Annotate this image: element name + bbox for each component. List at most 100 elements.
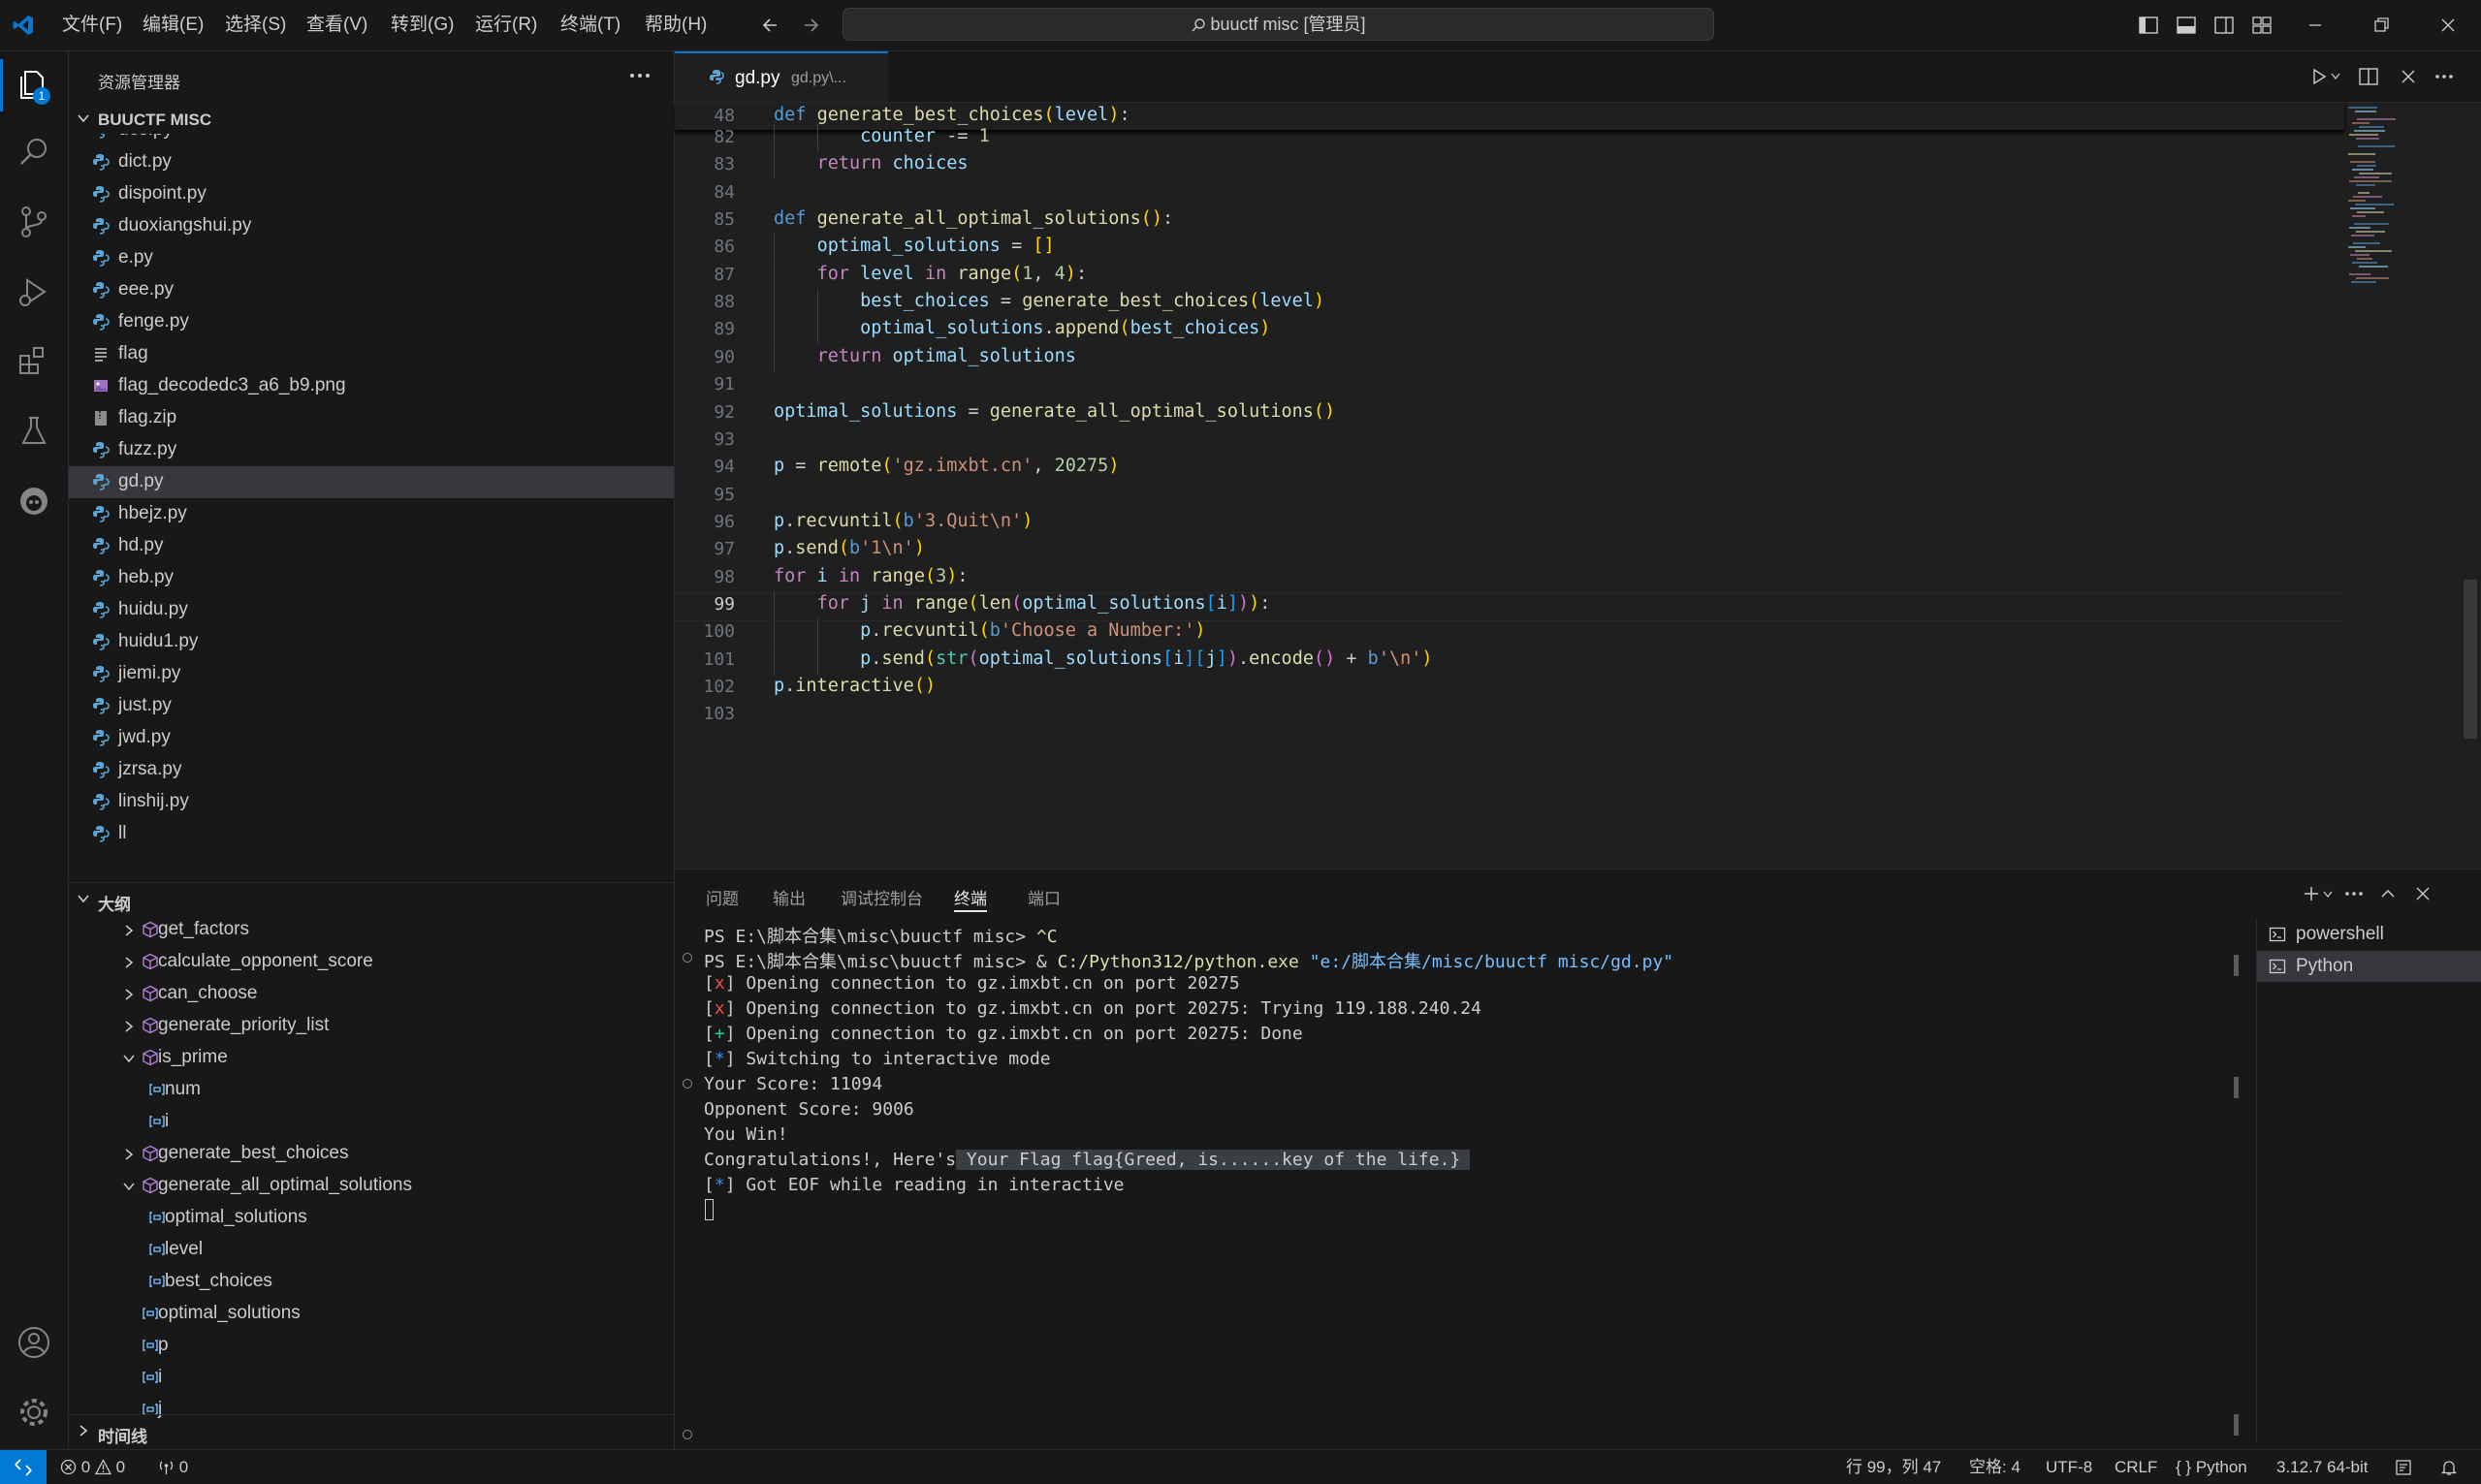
back-arrow-icon[interactable] bbox=[761, 16, 780, 35]
close-window-icon[interactable] bbox=[2438, 16, 2458, 35]
file-item[interactable]: eee.py bbox=[69, 274, 674, 306]
file-item[interactable]: huidu1.py bbox=[69, 626, 674, 658]
chevron-down-icon[interactable] bbox=[2323, 891, 2333, 899]
file-item[interactable]: dispoint.py bbox=[69, 178, 674, 210]
minimize-icon[interactable] bbox=[2306, 16, 2325, 35]
menu-item[interactable]: 转到(G) bbox=[391, 0, 454, 50]
outline-item[interactable]: p bbox=[69, 1330, 674, 1362]
menu-item[interactable]: 编辑(E) bbox=[143, 0, 204, 50]
file-item[interactable]: linshij.py bbox=[69, 786, 674, 818]
file-item[interactable]: flag bbox=[69, 338, 674, 370]
menu-item[interactable]: 查看(V) bbox=[306, 0, 367, 50]
toggle-panel-icon[interactable] bbox=[2176, 15, 2197, 36]
more-actions-icon[interactable] bbox=[629, 71, 651, 80]
remote-explorer-icon[interactable] bbox=[15, 482, 53, 521]
outline-item[interactable]: generate_all_optimal_solutions bbox=[69, 1170, 674, 1202]
file-item[interactable]: fuzz.py bbox=[69, 434, 674, 466]
outline-item[interactable]: can_choose bbox=[69, 978, 674, 1010]
chevron-right-icon[interactable] bbox=[122, 1146, 136, 1167]
file-item[interactable]: jiemi.py bbox=[69, 658, 674, 690]
problems-status[interactable]: 0 0 bbox=[60, 1450, 125, 1484]
file-item[interactable]: hd.py bbox=[69, 530, 674, 562]
file-item[interactable]: duoxiangshui.py bbox=[69, 210, 674, 242]
menu-item[interactable]: 运行(R) bbox=[475, 0, 537, 50]
python-interpreter[interactable]: 3.12.7 64-bit bbox=[2276, 1450, 2369, 1484]
file-item[interactable]: jzrsa.py bbox=[69, 754, 674, 786]
file-item[interactable]: ll bbox=[69, 818, 674, 850]
file-item[interactable]: huidu.py bbox=[69, 594, 674, 626]
code-lines[interactable]: 82 counter -= 1 83 return choices 84 85 def … bbox=[675, 124, 2344, 744]
outline-item[interactable]: generate_best_choices bbox=[69, 1138, 674, 1170]
tab-gd-py[interactable]: gd.py gd.py\... bbox=[675, 51, 888, 102]
new-terminal-icon[interactable] bbox=[2302, 884, 2321, 903]
file-item[interactable]: fenge.py bbox=[69, 306, 674, 338]
indentation[interactable]: 空格: 4 bbox=[1969, 1450, 2020, 1484]
menu-item[interactable]: 终端(T) bbox=[560, 0, 620, 50]
more-actions-icon[interactable] bbox=[2434, 73, 2454, 80]
toggle-primary-sidebar-icon[interactable] bbox=[2138, 15, 2159, 36]
outline-item[interactable]: num bbox=[69, 1074, 674, 1106]
outline-item[interactable]: is_prime bbox=[69, 1042, 674, 1074]
menu-item[interactable]: 选择(S) bbox=[225, 0, 286, 50]
folder-header[interactable]: BUUCTF MISC bbox=[69, 103, 674, 134]
minimap[interactable] bbox=[2344, 103, 2461, 297]
outline-item[interactable]: i bbox=[69, 1362, 674, 1394]
command-center-search[interactable]: buuctf misc [管理员] bbox=[843, 8, 1714, 41]
split-editor-icon[interactable] bbox=[2358, 66, 2379, 87]
maximize-panel-icon[interactable] bbox=[2379, 885, 2397, 902]
run-debug-icon[interactable] bbox=[15, 272, 53, 311]
menu-item[interactable]: 帮助(H) bbox=[645, 0, 707, 50]
file-item[interactable]: dict.py bbox=[69, 146, 674, 178]
editor-scrollbar-thumb[interactable] bbox=[2464, 580, 2477, 739]
feedback-icon[interactable] bbox=[2395, 1459, 2412, 1476]
restore-icon[interactable] bbox=[2371, 16, 2391, 35]
panel-tab[interactable]: 调试控制台 bbox=[841, 885, 923, 909]
panel-tab[interactable]: 输出 bbox=[773, 885, 806, 909]
chevron-down-icon[interactable] bbox=[122, 1178, 136, 1199]
extensions-icon[interactable] bbox=[15, 342, 53, 381]
terminal-session[interactable]: Python bbox=[2257, 951, 2481, 982]
menu-item[interactable]: 文件(F) bbox=[62, 0, 122, 50]
outline-item[interactable]: i bbox=[69, 1106, 674, 1138]
file-item[interactable]: des.py bbox=[69, 134, 674, 146]
panel-tab[interactable]: 端口 bbox=[1028, 885, 1061, 909]
file-item[interactable]: heb.py bbox=[69, 562, 674, 594]
outline-item[interactable]: calculate_opponent_score bbox=[69, 946, 674, 978]
search-view-icon[interactable] bbox=[15, 133, 53, 172]
chevron-right-icon[interactable] bbox=[122, 922, 136, 943]
chevron-right-icon[interactable] bbox=[122, 1018, 136, 1039]
source-control-icon[interactable] bbox=[15, 203, 53, 241]
cursor-position[interactable]: 行 99，列 47 bbox=[1846, 1450, 1941, 1484]
chevron-down-icon[interactable] bbox=[122, 1050, 136, 1071]
file-item[interactable]: e.py bbox=[69, 242, 674, 274]
panel-tab[interactable]: 终端 bbox=[954, 885, 987, 909]
toggle-secondary-sidebar-icon[interactable] bbox=[2213, 15, 2235, 36]
timeline-header[interactable]: 时间线 bbox=[69, 1415, 674, 1446]
outline-item[interactable]: best_choices bbox=[69, 1266, 674, 1298]
file-item[interactable]: jwd.py bbox=[69, 722, 674, 754]
chevron-right-icon[interactable] bbox=[122, 954, 136, 975]
file-item[interactable]: gd.py bbox=[69, 466, 674, 498]
remote-indicator[interactable] bbox=[0, 1450, 47, 1484]
outline-item[interactable]: generate_priority_list bbox=[69, 1010, 674, 1042]
file-item[interactable]: hbejz.py bbox=[69, 498, 674, 530]
chevron-right-icon[interactable] bbox=[122, 986, 136, 1007]
outline-header[interactable]: 大纲 bbox=[69, 883, 674, 914]
more-actions-icon[interactable] bbox=[2344, 890, 2364, 898]
close-panel-icon[interactable] bbox=[2414, 885, 2432, 902]
testing-icon[interactable] bbox=[15, 412, 53, 451]
settings-gear-icon[interactable] bbox=[15, 1393, 53, 1432]
file-item[interactable]: flag_decodedc3_a6_b9.png bbox=[69, 370, 674, 402]
outline-item[interactable]: level bbox=[69, 1234, 674, 1266]
accounts-icon[interactable] bbox=[15, 1323, 53, 1362]
language-mode[interactable]: { } Python bbox=[2176, 1450, 2247, 1484]
encoding[interactable]: UTF-8 bbox=[2046, 1450, 2092, 1484]
run-file-icon[interactable] bbox=[2309, 67, 2329, 86]
line-ending[interactable]: CRLF bbox=[2115, 1450, 2157, 1484]
ports-status[interactable]: 0 bbox=[158, 1450, 188, 1484]
panel-tab[interactable]: 问题 bbox=[706, 885, 739, 909]
terminal-session[interactable]: powershell bbox=[2257, 919, 2481, 950]
file-item[interactable]: just.py bbox=[69, 690, 674, 722]
notifications-bell-icon[interactable] bbox=[2440, 1459, 2458, 1476]
outline-item[interactable]: get_factors bbox=[69, 914, 674, 946]
